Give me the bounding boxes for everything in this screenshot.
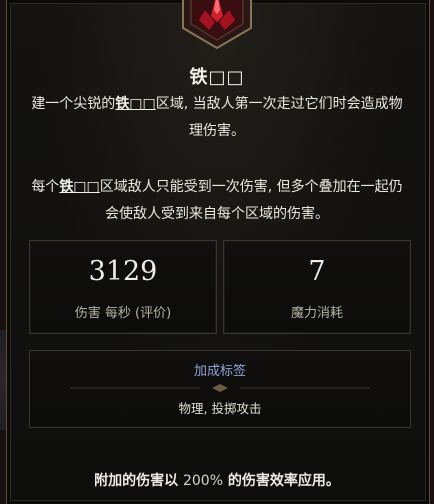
stat-value: 3129 [88,256,158,287]
iron-spike-gem-icon [182,0,252,50]
keyword-link[interactable]: 铁□□ [59,179,99,195]
keyword-link[interactable]: 铁□□ [115,96,155,112]
description-text: 区域, 当敌人第一次走过它们时会造成物理伤害。 [155,96,403,139]
description-text: 每个 [31,179,60,195]
skill-description-primary: 建一个尖锐的铁□□区域, 当敌人第一次走过它们时会造成物理伤害。 [30,91,404,145]
ornament-divider [70,384,370,392]
mana-cost-stat: 7 魔力消耗 [223,240,411,334]
tags-list: 物理, 投掷攻击 [178,401,262,416]
damage-effectiveness-note: 附加的伤害以 200% 的伤害效率应用。 [0,470,434,490]
stat-label: 魔力消耗 [290,306,343,321]
tags-heading: 加成标签 [193,364,246,379]
description-text: 建一个尖锐的 [31,96,116,112]
description-text: 区域敌人只能受到一次伤害, 但多个叠加在一起仍会使敌人受到来自每个区域的伤害。 [99,179,403,222]
stat-value: 7 [308,256,326,287]
damage-effectiveness-percent: 200% [182,473,224,489]
skill-title: 铁□□ [189,67,245,88]
skill-description-secondary: 每个铁□□区域敌人只能受到一次伤害, 但多个叠加在一起仍会使敌人受到来自每个区域… [30,174,404,228]
bonus-tags-box: 加成标签 物理, 投掷攻击 [29,350,411,428]
footer-text: 的伤害效率应用。 [227,473,340,489]
damage-per-second-stat: 3129 伤害 每秒 (评价) [29,240,217,334]
footer-text: 附加的伤害以 [94,473,179,489]
stat-label: 伤害 每秒 (评价) [74,306,172,321]
